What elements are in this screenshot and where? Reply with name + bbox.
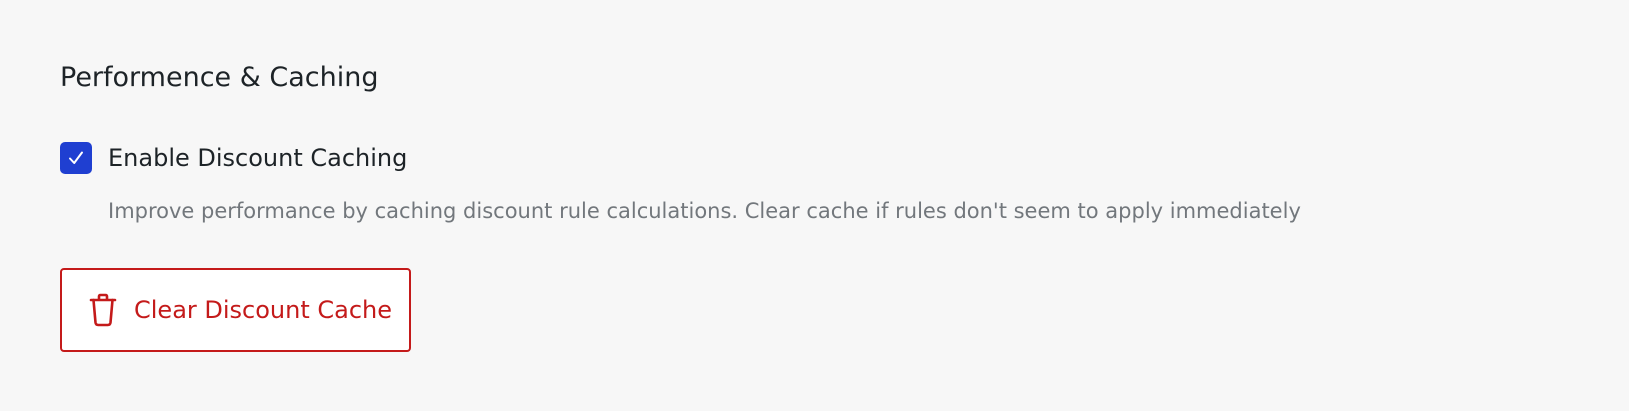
checkmark-icon <box>69 151 83 164</box>
trash-icon <box>88 293 118 327</box>
caching-description: Improve performance by caching discount … <box>108 199 1301 223</box>
section-title: Performence & Caching <box>60 62 379 93</box>
clear-discount-cache-button[interactable]: Clear Discount Cache <box>60 268 411 352</box>
caching-option-row: Enable Discount Caching <box>60 142 407 174</box>
enable-caching-label[interactable]: Enable Discount Caching <box>108 144 407 172</box>
performance-caching-panel: Performence & Caching Enable Discount Ca… <box>60 0 1629 411</box>
enable-caching-checkbox[interactable] <box>60 142 92 174</box>
clear-discount-cache-label: Clear Discount Cache <box>134 296 393 324</box>
